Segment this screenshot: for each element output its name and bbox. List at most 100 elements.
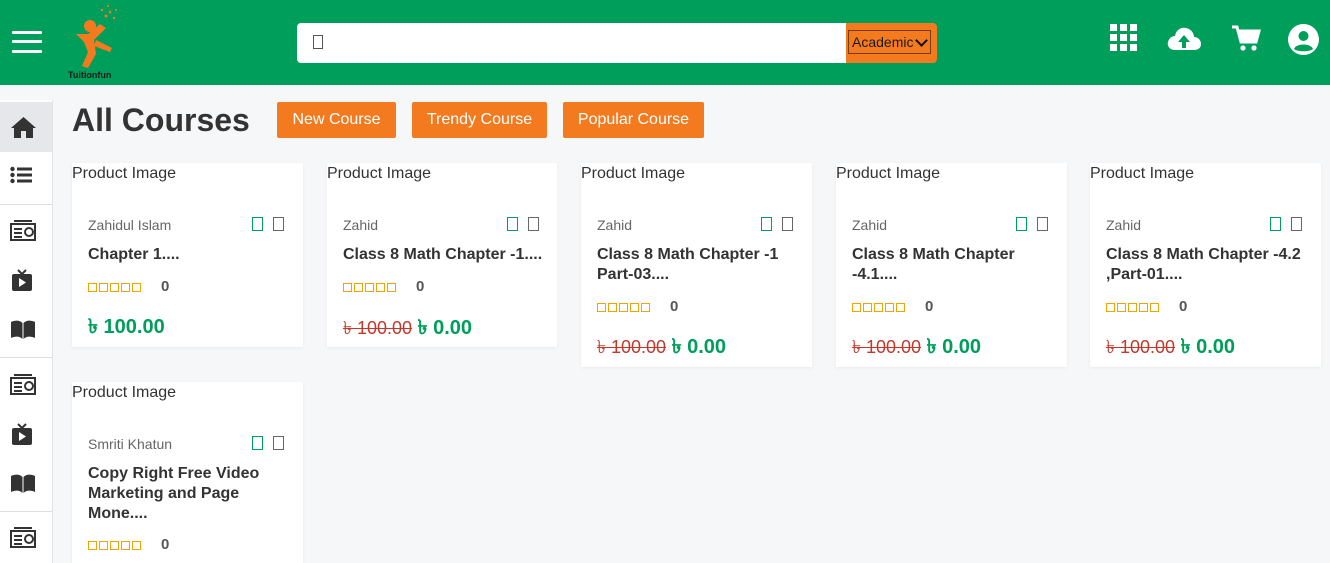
sidebar-item-video-2[interactable] (0, 410, 52, 460)
wishlist-icon[interactable] (252, 217, 263, 231)
rating-count: 0 (925, 298, 934, 315)
share-icon[interactable] (1291, 217, 1302, 231)
current-price: ৳ 0.00 (417, 317, 473, 339)
price: ৳ 100.00 (88, 312, 165, 345)
wishlist-icon[interactable] (507, 217, 518, 231)
share-icon[interactable] (528, 217, 539, 231)
old-price: ৳ 100.00 (852, 337, 922, 357)
course-title[interactable]: Chapter 1.... (88, 245, 293, 265)
star-icon (99, 283, 108, 292)
sidebar-item-book-2[interactable] (0, 460, 52, 510)
search-icon (313, 35, 323, 49)
sidebar-item-home[interactable] (0, 102, 52, 152)
course-author: Zahid (597, 217, 633, 233)
cloud-upload-icon[interactable] (1166, 24, 1201, 58)
user-icon[interactable] (1288, 24, 1322, 58)
sidebar-item-list[interactable] (0, 152, 52, 202)
course-author: Smriti Khatun (88, 436, 173, 452)
current-price: ৳ 0.00 (671, 336, 727, 358)
sidebar-item-radio-2[interactable] (0, 360, 52, 410)
course-title[interactable]: Copy Right Free Video Marketing and Page… (88, 464, 293, 524)
star-icon (863, 303, 872, 312)
course-card[interactable]: Product Image Smriti Khatun Copy Right F… (72, 382, 303, 563)
sidebar-item-radio-3[interactable] (0, 513, 52, 563)
course-title[interactable]: Class 8 Math Chapter -1 Part-03.... (597, 245, 802, 285)
rating-stars (88, 538, 143, 554)
star-icon (874, 303, 883, 312)
share-icon[interactable] (273, 217, 284, 231)
share-icon[interactable] (782, 217, 793, 231)
left-sidebar (0, 100, 53, 563)
share-icon[interactable] (1037, 217, 1048, 231)
sidebar-item-video-1[interactable] (0, 256, 52, 306)
rating-stars (852, 300, 907, 316)
course-title[interactable]: Class 8 Math Chapter -1.... (343, 245, 548, 265)
grid-icon[interactable] (1110, 24, 1144, 58)
course-author: Zahid (852, 217, 888, 233)
course-card[interactable]: Product Image Zahid Class 8 Math Chapter… (581, 163, 812, 367)
star-icon (376, 283, 385, 292)
category-select[interactable]: Academic (846, 23, 937, 63)
star-icon (88, 283, 97, 292)
star-icon (597, 303, 606, 312)
star-icon (896, 303, 905, 312)
course-card[interactable]: Product Image Zahid Class 8 Math Chapter… (836, 163, 1067, 367)
star-icon (88, 541, 97, 550)
video-icon (12, 423, 32, 445)
course-image[interactable]: Product Image (1090, 165, 1194, 183)
radio-icon (10, 527, 36, 548)
course-author: Zahid (343, 217, 379, 233)
rating-stars (1106, 300, 1161, 316)
video-icon (12, 269, 32, 291)
home-icon (11, 117, 36, 138)
course-image[interactable]: Product Image (327, 165, 431, 183)
star-icon (630, 303, 639, 312)
course-image[interactable]: Product Image (72, 384, 176, 402)
star-icon (1128, 303, 1137, 312)
star-icon (365, 283, 374, 292)
popular-course-button[interactable]: Popular Course (563, 102, 704, 138)
rating-count: 0 (161, 536, 170, 553)
page-title: All Courses (72, 102, 250, 138)
star-icon (132, 541, 141, 550)
wishlist-icon[interactable] (1016, 217, 1027, 231)
course-card[interactable]: Product Image Zahid Class 8 Math Chapter… (327, 163, 557, 347)
wishlist-icon[interactable] (1270, 217, 1281, 231)
share-icon[interactable] (273, 436, 284, 450)
star-icon (132, 283, 141, 292)
star-icon (121, 541, 130, 550)
wishlist-icon[interactable] (252, 436, 263, 450)
cart-icon[interactable] (1231, 24, 1265, 58)
rating-stars (343, 280, 398, 296)
course-card[interactable]: Product Image Zahidul Islam Chapter 1...… (72, 163, 303, 347)
course-card[interactable]: Product Image Zahid Class 8 Math Chapter… (1090, 163, 1321, 367)
category-selected-value: Academic (852, 34, 914, 50)
wishlist-icon[interactable] (761, 217, 772, 231)
search-bar: Academic (297, 23, 937, 63)
star-icon (641, 303, 650, 312)
rating-count: 0 (416, 278, 425, 295)
course-image[interactable]: Product Image (72, 165, 176, 183)
course-title[interactable]: Class 8 Math Chapter -4.2 ,Part-01.... (1106, 245, 1311, 285)
course-image[interactable]: Product Image (836, 165, 940, 183)
star-icon (387, 283, 396, 292)
old-price: ৳ 100.00 (343, 318, 413, 338)
course-title[interactable]: Class 8 Math Chapter -4.1.... (852, 245, 1057, 285)
trendy-course-button[interactable]: Trendy Course (412, 102, 547, 138)
rating-stars (597, 300, 652, 316)
sidebar-item-book-1[interactable] (0, 306, 52, 356)
category-select-box[interactable]: Academic (848, 30, 931, 54)
star-icon (99, 541, 108, 550)
book-icon (11, 320, 35, 339)
radio-icon (10, 374, 36, 395)
course-image[interactable]: Product Image (581, 165, 685, 183)
search-input[interactable] (297, 23, 846, 63)
star-icon (121, 283, 130, 292)
star-icon (354, 283, 363, 292)
course-author: Zahidul Islam (88, 217, 172, 233)
sidebar-item-radio-1[interactable] (0, 206, 52, 256)
star-icon (110, 283, 119, 292)
menu-hamburger-icon[interactable] (12, 29, 42, 55)
new-course-button[interactable]: New Course (277, 102, 396, 138)
rating-count: 0 (1179, 298, 1188, 315)
